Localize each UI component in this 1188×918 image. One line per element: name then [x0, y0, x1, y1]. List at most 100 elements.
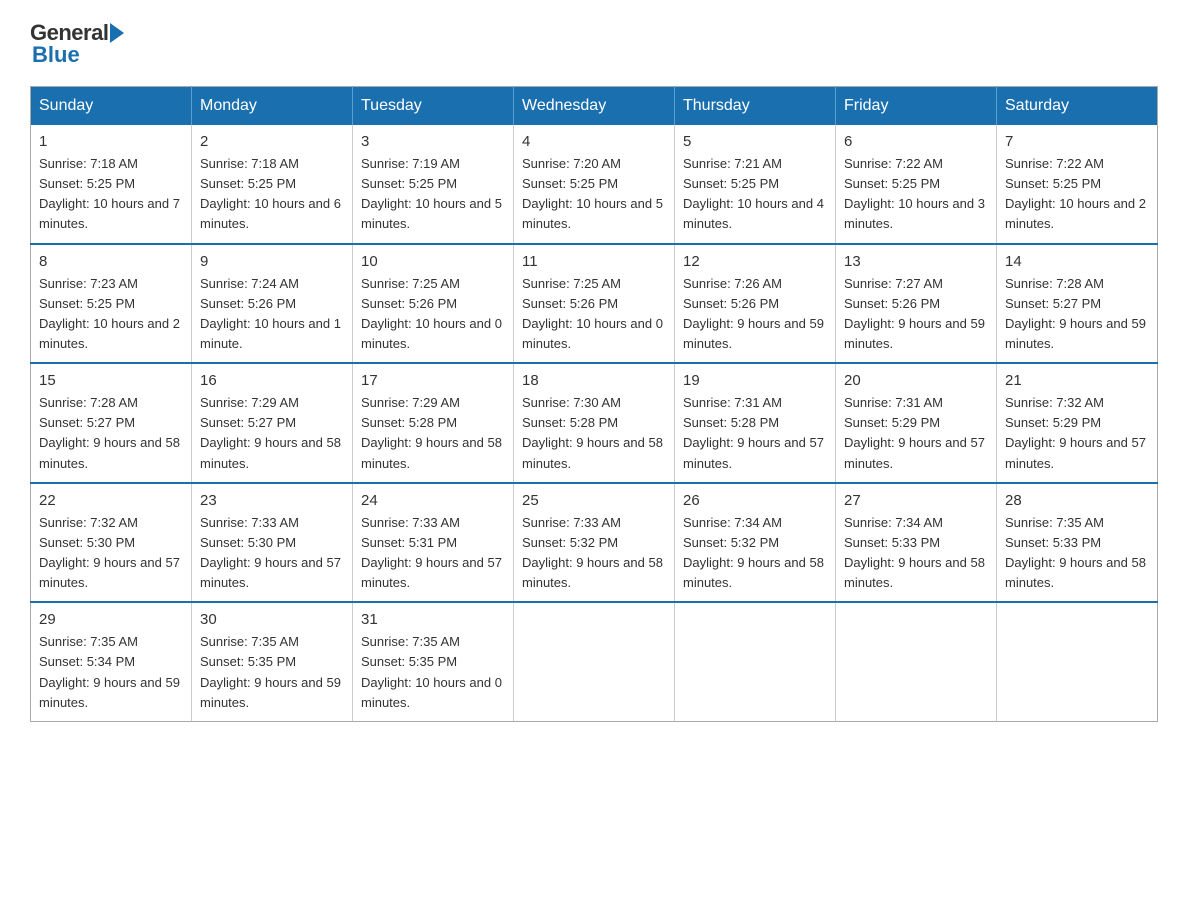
day-info: Sunrise: 7:29 AMSunset: 5:28 PMDaylight:… — [361, 393, 505, 474]
day-info: Sunrise: 7:35 AMSunset: 5:34 PMDaylight:… — [39, 632, 183, 713]
day-number: 3 — [361, 133, 505, 150]
day-number: 31 — [361, 611, 505, 628]
weekday-header-saturday: Saturday — [997, 87, 1158, 126]
calendar-cell: 29 Sunrise: 7:35 AMSunset: 5:34 PMDaylig… — [31, 602, 192, 721]
calendar-week-2: 8 Sunrise: 7:23 AMSunset: 5:25 PMDayligh… — [31, 244, 1158, 364]
weekday-header-thursday: Thursday — [675, 87, 836, 126]
calendar-cell: 14 Sunrise: 7:28 AMSunset: 5:27 PMDaylig… — [997, 244, 1158, 364]
calendar-cell: 27 Sunrise: 7:34 AMSunset: 5:33 PMDaylig… — [836, 483, 997, 603]
day-info: Sunrise: 7:21 AMSunset: 5:25 PMDaylight:… — [683, 154, 827, 235]
day-info: Sunrise: 7:33 AMSunset: 5:32 PMDaylight:… — [522, 513, 666, 594]
weekday-header-row: SundayMondayTuesdayWednesdayThursdayFrid… — [31, 87, 1158, 126]
day-number: 2 — [200, 133, 344, 150]
calendar-cell: 18 Sunrise: 7:30 AMSunset: 5:28 PMDaylig… — [514, 363, 675, 483]
day-number: 22 — [39, 492, 183, 509]
calendar-cell — [997, 602, 1158, 721]
day-number: 6 — [844, 133, 988, 150]
day-number: 16 — [200, 372, 344, 389]
logo: General Blue — [30, 20, 126, 68]
day-info: Sunrise: 7:34 AMSunset: 5:33 PMDaylight:… — [844, 513, 988, 594]
calendar-cell: 10 Sunrise: 7:25 AMSunset: 5:26 PMDaylig… — [353, 244, 514, 364]
day-info: Sunrise: 7:35 AMSunset: 5:35 PMDaylight:… — [361, 632, 505, 713]
logo-triangle-icon — [110, 23, 124, 43]
day-info: Sunrise: 7:32 AMSunset: 5:30 PMDaylight:… — [39, 513, 183, 594]
calendar-cell: 22 Sunrise: 7:32 AMSunset: 5:30 PMDaylig… — [31, 483, 192, 603]
day-info: Sunrise: 7:24 AMSunset: 5:26 PMDaylight:… — [200, 274, 344, 355]
day-number: 4 — [522, 133, 666, 150]
calendar-cell: 11 Sunrise: 7:25 AMSunset: 5:26 PMDaylig… — [514, 244, 675, 364]
day-info: Sunrise: 7:27 AMSunset: 5:26 PMDaylight:… — [844, 274, 988, 355]
day-info: Sunrise: 7:18 AMSunset: 5:25 PMDaylight:… — [39, 154, 183, 235]
day-info: Sunrise: 7:34 AMSunset: 5:32 PMDaylight:… — [683, 513, 827, 594]
day-info: Sunrise: 7:35 AMSunset: 5:33 PMDaylight:… — [1005, 513, 1149, 594]
calendar-week-3: 15 Sunrise: 7:28 AMSunset: 5:27 PMDaylig… — [31, 363, 1158, 483]
logo-blue-text: Blue — [32, 42, 80, 68]
day-info: Sunrise: 7:26 AMSunset: 5:26 PMDaylight:… — [683, 274, 827, 355]
day-number: 15 — [39, 372, 183, 389]
day-info: Sunrise: 7:18 AMSunset: 5:25 PMDaylight:… — [200, 154, 344, 235]
weekday-header-friday: Friday — [836, 87, 997, 126]
day-number: 11 — [522, 253, 666, 270]
day-info: Sunrise: 7:29 AMSunset: 5:27 PMDaylight:… — [200, 393, 344, 474]
calendar-cell: 17 Sunrise: 7:29 AMSunset: 5:28 PMDaylig… — [353, 363, 514, 483]
day-number: 24 — [361, 492, 505, 509]
calendar-cell: 30 Sunrise: 7:35 AMSunset: 5:35 PMDaylig… — [192, 602, 353, 721]
calendar-cell: 15 Sunrise: 7:28 AMSunset: 5:27 PMDaylig… — [31, 363, 192, 483]
calendar-cell: 5 Sunrise: 7:21 AMSunset: 5:25 PMDayligh… — [675, 125, 836, 244]
day-info: Sunrise: 7:35 AMSunset: 5:35 PMDaylight:… — [200, 632, 344, 713]
day-info: Sunrise: 7:28 AMSunset: 5:27 PMDaylight:… — [39, 393, 183, 474]
calendar-cell: 9 Sunrise: 7:24 AMSunset: 5:26 PMDayligh… — [192, 244, 353, 364]
calendar-cell: 1 Sunrise: 7:18 AMSunset: 5:25 PMDayligh… — [31, 125, 192, 244]
day-number: 20 — [844, 372, 988, 389]
day-number: 25 — [522, 492, 666, 509]
day-info: Sunrise: 7:20 AMSunset: 5:25 PMDaylight:… — [522, 154, 666, 235]
day-info: Sunrise: 7:31 AMSunset: 5:29 PMDaylight:… — [844, 393, 988, 474]
day-number: 12 — [683, 253, 827, 270]
calendar-cell: 3 Sunrise: 7:19 AMSunset: 5:25 PMDayligh… — [353, 125, 514, 244]
calendar-cell: 26 Sunrise: 7:34 AMSunset: 5:32 PMDaylig… — [675, 483, 836, 603]
day-info: Sunrise: 7:32 AMSunset: 5:29 PMDaylight:… — [1005, 393, 1149, 474]
calendar-cell: 6 Sunrise: 7:22 AMSunset: 5:25 PMDayligh… — [836, 125, 997, 244]
calendar-cell: 2 Sunrise: 7:18 AMSunset: 5:25 PMDayligh… — [192, 125, 353, 244]
day-number: 29 — [39, 611, 183, 628]
day-info: Sunrise: 7:23 AMSunset: 5:25 PMDaylight:… — [39, 274, 183, 355]
day-info: Sunrise: 7:28 AMSunset: 5:27 PMDaylight:… — [1005, 274, 1149, 355]
day-number: 28 — [1005, 492, 1149, 509]
calendar-week-5: 29 Sunrise: 7:35 AMSunset: 5:34 PMDaylig… — [31, 602, 1158, 721]
weekday-header-tuesday: Tuesday — [353, 87, 514, 126]
day-number: 13 — [844, 253, 988, 270]
day-number: 14 — [1005, 253, 1149, 270]
day-info: Sunrise: 7:25 AMSunset: 5:26 PMDaylight:… — [522, 274, 666, 355]
calendar-body: 1 Sunrise: 7:18 AMSunset: 5:25 PMDayligh… — [31, 125, 1158, 721]
day-info: Sunrise: 7:19 AMSunset: 5:25 PMDaylight:… — [361, 154, 505, 235]
day-info: Sunrise: 7:22 AMSunset: 5:25 PMDaylight:… — [844, 154, 988, 235]
day-info: Sunrise: 7:31 AMSunset: 5:28 PMDaylight:… — [683, 393, 827, 474]
day-number: 26 — [683, 492, 827, 509]
day-number: 23 — [200, 492, 344, 509]
day-number: 19 — [683, 372, 827, 389]
calendar-cell — [675, 602, 836, 721]
calendar-header: SundayMondayTuesdayWednesdayThursdayFrid… — [31, 87, 1158, 126]
calendar-cell: 7 Sunrise: 7:22 AMSunset: 5:25 PMDayligh… — [997, 125, 1158, 244]
day-info: Sunrise: 7:33 AMSunset: 5:31 PMDaylight:… — [361, 513, 505, 594]
weekday-header-sunday: Sunday — [31, 87, 192, 126]
page-header: General Blue — [30, 20, 1158, 68]
calendar-cell: 23 Sunrise: 7:33 AMSunset: 5:30 PMDaylig… — [192, 483, 353, 603]
calendar-cell: 12 Sunrise: 7:26 AMSunset: 5:26 PMDaylig… — [675, 244, 836, 364]
calendar-cell — [836, 602, 997, 721]
day-number: 1 — [39, 133, 183, 150]
day-number: 30 — [200, 611, 344, 628]
day-number: 9 — [200, 253, 344, 270]
day-info: Sunrise: 7:22 AMSunset: 5:25 PMDaylight:… — [1005, 154, 1149, 235]
day-number: 7 — [1005, 133, 1149, 150]
day-number: 10 — [361, 253, 505, 270]
day-number: 18 — [522, 372, 666, 389]
day-number: 17 — [361, 372, 505, 389]
calendar-cell: 4 Sunrise: 7:20 AMSunset: 5:25 PMDayligh… — [514, 125, 675, 244]
day-info: Sunrise: 7:33 AMSunset: 5:30 PMDaylight:… — [200, 513, 344, 594]
calendar-week-4: 22 Sunrise: 7:32 AMSunset: 5:30 PMDaylig… — [31, 483, 1158, 603]
calendar-cell: 8 Sunrise: 7:23 AMSunset: 5:25 PMDayligh… — [31, 244, 192, 364]
day-info: Sunrise: 7:25 AMSunset: 5:26 PMDaylight:… — [361, 274, 505, 355]
calendar-cell: 20 Sunrise: 7:31 AMSunset: 5:29 PMDaylig… — [836, 363, 997, 483]
calendar-cell — [514, 602, 675, 721]
